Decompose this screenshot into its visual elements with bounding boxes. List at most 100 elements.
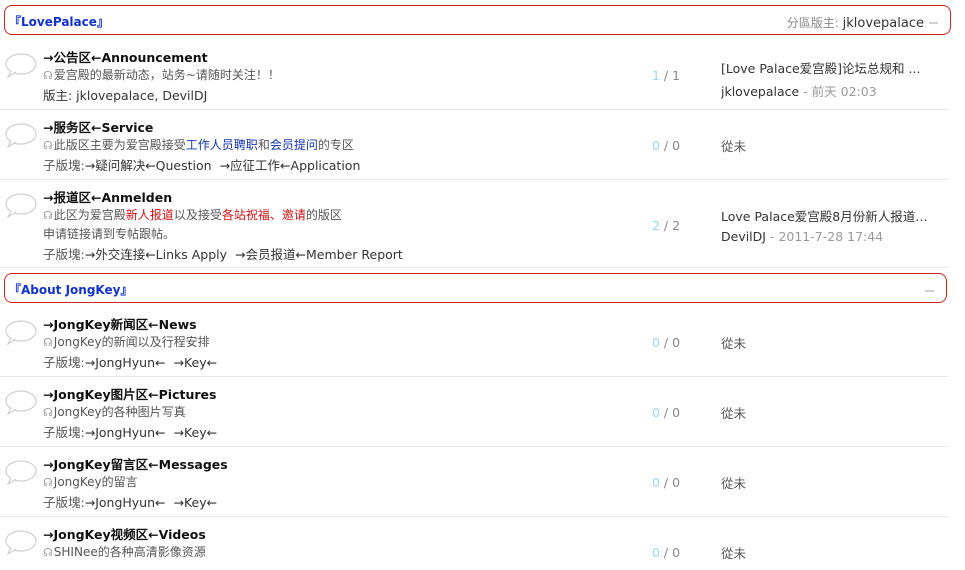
forum-row-news: →JongKey新闻区←News ☊JongKey的新闻以及行程安排 子版塊:→… — [0, 307, 948, 377]
desc-icon: ☊ — [43, 546, 53, 559]
forum-counts: 2 / 2 — [652, 218, 681, 233]
forum-name[interactable]: →JongKey新闻区←News — [43, 314, 197, 333]
desc-part: 和 — [257, 138, 270, 152]
today-count: 0 — [652, 138, 660, 153]
desc-part: 此版区主要为爱宫殿接受 — [53, 138, 186, 152]
collapse-icon[interactable] — [929, 22, 938, 24]
forum-counts: 1 / 1 — [652, 68, 681, 83]
subforum-link[interactable]: →Key← — [174, 425, 218, 440]
forum-name[interactable]: →JongKey留言区←Messages — [43, 454, 228, 473]
moderator-link[interactable]: jklovepalace — [843, 16, 924, 31]
forum-name[interactable]: →JongKey视频区←Videos — [43, 524, 206, 543]
subforum-link[interactable]: →JongHyun← — [85, 425, 166, 440]
desc-highlight: 工作人员聘职 — [185, 138, 258, 152]
category-title[interactable]: 『LovePalace』 — [9, 13, 109, 30]
forum-row-videos: →JongKey视频区←Videos ☊SHINee的各种高清影像资源 0 / … — [0, 517, 948, 570]
total-count: 0 — [672, 545, 681, 560]
last-post-author[interactable]: DevilDJ — [721, 229, 766, 244]
last-post-meta: DevilDJ - 2011-7-28 17:44 — [721, 229, 943, 244]
desc-highlight: 会员提问 — [269, 138, 318, 152]
forum-counts: 0 / 0 — [652, 138, 681, 153]
moderator-label: 分區版主: — [786, 16, 839, 30]
forum-bubble-icon — [5, 390, 37, 415]
total-count: 2 — [672, 218, 681, 233]
last-post-time: - 前天 02:03 — [803, 84, 877, 99]
forum-row-service: →服务区←Service ☊此版区主要为爱宫殿接受工作人员聘职和会员提问的专区 … — [0, 110, 948, 180]
collapse-icon[interactable] — [925, 290, 934, 292]
subforum-link[interactable]: →疑问解决←Question — [85, 158, 212, 173]
forum-description: ☊SHINee的各种高清影像资源 — [43, 543, 206, 560]
subforum-label: 子版塊: — [43, 158, 85, 173]
desc-part: 的专区 — [317, 138, 354, 152]
forum-bubble-icon — [5, 530, 37, 555]
subforum-label: 子版塊: — [43, 355, 85, 370]
last-post-title[interactable]: Love Palace爱宫殿8月份新人报道 ... — [721, 206, 931, 225]
forum-name[interactable]: →公告区←Announcement — [43, 47, 208, 66]
forum-description: ☊此区为爱宫殿新人报道以及接受各站祝福、邀请的版区 — [43, 206, 342, 223]
last-post-author[interactable]: jklovepalace — [721, 84, 799, 99]
desc-part: 此区为爱宫殿 — [53, 208, 126, 222]
forum-name[interactable]: →报道区←Anmelden — [43, 187, 172, 206]
subforums: 子版塊:→外交连接←Links Apply →会员报道←Member Report — [43, 244, 411, 263]
forum-counts: 0 / 0 — [652, 475, 681, 490]
subforum-link[interactable]: →会员报道←Member Report — [235, 247, 403, 262]
desc-icon: ☊ — [43, 139, 53, 152]
subforums: 子版塊:→JongHyun← →Key← — [43, 422, 225, 441]
subforum-label: 子版塊: — [43, 247, 85, 262]
desc-part: 的版区 — [305, 208, 342, 222]
total-count: 0 — [672, 335, 681, 350]
total-count: 0 — [672, 138, 681, 153]
category-title[interactable]: 『About JongKey』 — [9, 281, 132, 298]
forum-row-messages: →JongKey留言区←Messages ☊JongKey的留言 子版塊:→Jo… — [0, 447, 948, 517]
total-count: 0 — [672, 405, 681, 420]
desc-icon: ☊ — [43, 406, 53, 419]
last-post-never: 從未 — [721, 406, 747, 421]
forum-name[interactable]: →JongKey图片区←Pictures — [43, 384, 216, 403]
today-count: 0 — [652, 405, 660, 420]
last-post-meta: jklovepalace - 前天 02:03 — [721, 81, 943, 100]
desc-part: 以及接受 — [173, 208, 222, 222]
forum-row-pictures: →JongKey图片区←Pictures ☊JongKey的各种图片写真 子版塊… — [0, 377, 948, 447]
desc-highlight: 新人报道 — [125, 208, 174, 222]
forum-name[interactable]: →服务区←Service — [43, 117, 153, 136]
forum-bubble-icon — [5, 460, 37, 485]
subforum-label: 子版塊: — [43, 495, 85, 510]
last-post: [Love Palace爱宫殿]论坛总规和 ... jklovepalace -… — [721, 58, 943, 100]
forum-description-text: JongKey的新闻以及行程安排 — [53, 335, 210, 349]
forum-description-line2: 申请链接请到专帖跟帖。 — [43, 227, 176, 241]
desc-icon: ☊ — [43, 69, 53, 82]
today-count: 0 — [652, 475, 660, 490]
total-count: 0 — [672, 475, 681, 490]
last-post-time: - 2011-7-28 17:44 — [769, 229, 884, 244]
subforum-link[interactable]: →JongHyun← — [85, 355, 166, 370]
subforum-label: 子版塊: — [43, 425, 85, 440]
desc-icon: ☊ — [43, 336, 53, 349]
total-count: 1 — [672, 68, 681, 83]
forum-moderators: 版主: jklovepalace, DevilDJ — [43, 88, 208, 103]
last-post-never: 從未 — [721, 336, 747, 351]
forum-description: ☊JongKey的留言 — [43, 473, 138, 490]
today-count: 2 — [652, 218, 660, 233]
subforum-link[interactable]: →Key← — [174, 495, 218, 510]
last-post-title[interactable]: [Love Palace爱宫殿]论坛总规和 ... — [721, 58, 931, 77]
forum-counts: 0 / 0 — [652, 545, 681, 560]
last-post-never: 從未 — [721, 476, 747, 491]
subforum-link[interactable]: →Key← — [174, 355, 218, 370]
forum-description: ☊爱宫殿的最新动态，站务~请随时关注！！ — [43, 66, 280, 83]
category-header-lovepalace: 『LovePalace』 分區版主: jklovepalace — [4, 5, 951, 35]
subforum-link[interactable]: →外交连接←Links Apply — [85, 247, 227, 262]
last-post: Love Palace爱宫殿8月份新人报道 ... DevilDJ - 2011… — [721, 206, 943, 244]
today-count: 0 — [652, 335, 660, 350]
last-post-never: 從未 — [721, 139, 747, 154]
today-count: 1 — [652, 68, 660, 83]
last-post-never: 從未 — [721, 546, 747, 561]
subforum-link[interactable]: →应征工作←Application — [220, 158, 361, 173]
forum-row-announcement: →公告区←Announcement ☊爱宫殿的最新动态，站务~请随时关注！！ 版… — [0, 40, 948, 110]
subforum-link[interactable]: →JongHyun← — [85, 495, 166, 510]
forum-description: ☊JongKey的各种图片写真 — [43, 403, 186, 420]
forum-counts: 0 / 0 — [652, 405, 681, 420]
desc-highlight: 各站祝福、邀请 — [221, 208, 306, 222]
forum-bubble-icon — [5, 193, 37, 218]
subforums: 子版塊:→JongHyun← →Key← — [43, 492, 225, 511]
forum-description-text: SHINee的各种高清影像资源 — [53, 545, 206, 559]
